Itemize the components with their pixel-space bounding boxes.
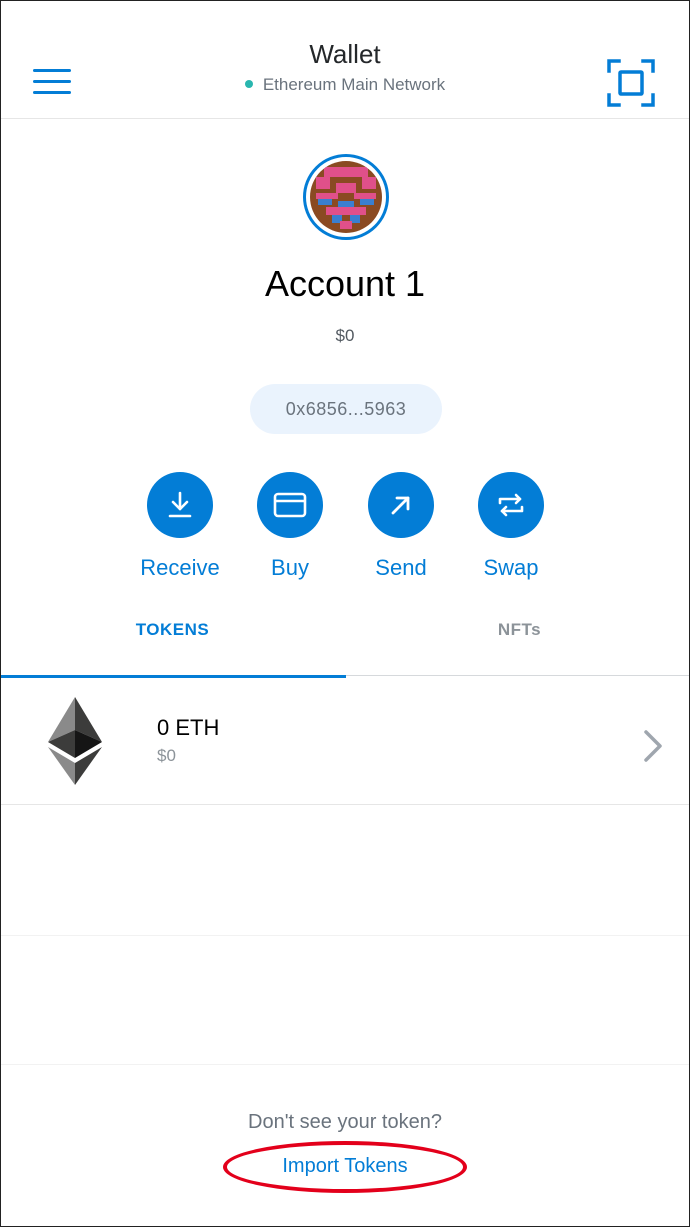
account-avatar[interactable] <box>303 154 389 240</box>
page-title: Wallet <box>309 39 381 69</box>
tab-nfts-label: NFTs <box>497 620 542 639</box>
token-fiat-value: $0 <box>157 746 176 765</box>
buy-button[interactable]: Buy <box>235 472 345 581</box>
credit-card-icon <box>257 472 323 538</box>
swap-button[interactable]: Swap <box>456 472 566 581</box>
account-balance: $0 <box>335 326 355 345</box>
network-name: Ethereum Main Network <box>262 75 446 94</box>
ethereum-icon <box>45 697 105 785</box>
network-status-dot <box>244 79 253 88</box>
network-indicator[interactable]: Ethereum Main Network <box>1 75 689 95</box>
account-address-button[interactable]: 0x6856...5963 <box>250 384 442 434</box>
list-divider <box>1 1064 689 1065</box>
tab-nfts[interactable]: NFTs <box>346 606 689 676</box>
arrow-up-right-icon <box>368 472 434 538</box>
wallet-screen: Wallet Ethereum Main Network Account 1 $… <box>0 0 690 1227</box>
identicon-icon <box>310 161 382 233</box>
download-icon <box>147 472 213 538</box>
send-button[interactable]: Send <box>346 472 456 581</box>
tab-tokens-label: TOKENS <box>135 620 210 639</box>
chevron-right-icon <box>641 729 665 763</box>
buy-label: Buy <box>271 555 309 580</box>
swap-arrows-icon <box>478 472 544 538</box>
receive-label: Receive <box>140 555 220 580</box>
receive-button[interactable]: Receive <box>125 472 235 581</box>
list-divider <box>1 935 689 936</box>
asset-tabs: TOKENS NFTs <box>1 606 689 678</box>
token-amount: 0 ETH <box>157 715 220 740</box>
missing-token-prompt: Don't see your token? <box>248 1111 442 1133</box>
app-header: Wallet Ethereum Main Network <box>1 1 689 119</box>
token-row-eth[interactable]: 0 ETH $0 <box>1 677 689 805</box>
send-label: Send <box>375 555 427 580</box>
swap-label: Swap <box>483 555 539 580</box>
import-tokens-link[interactable]: Import Tokens <box>223 1141 467 1193</box>
qr-scan-icon[interactable] <box>607 59 655 107</box>
import-tokens-area: Import Tokens <box>223 1141 467 1193</box>
tab-tokens[interactable]: TOKENS <box>1 606 346 678</box>
account-name[interactable]: Account 1 <box>1 263 689 305</box>
